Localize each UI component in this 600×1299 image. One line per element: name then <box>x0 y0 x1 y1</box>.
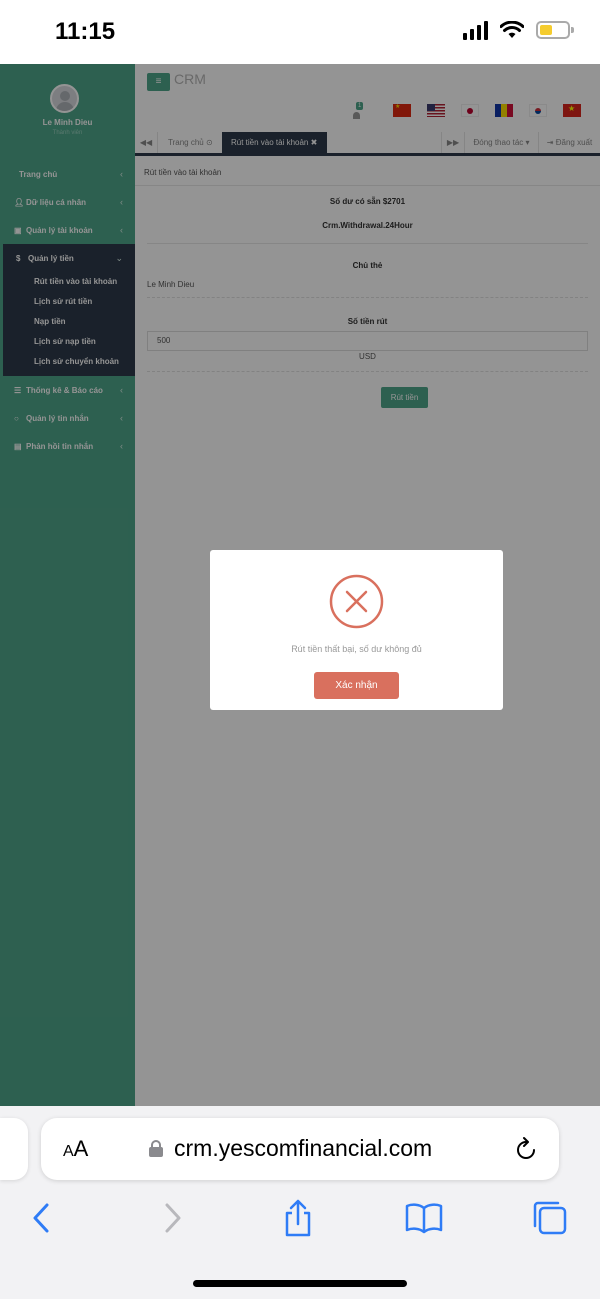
error-message: Rút tiền thất bại, số dư không đủ <box>291 644 422 654</box>
aa-small: A <box>63 1143 74 1160</box>
reload-icon[interactable] <box>512 1136 540 1164</box>
browser-toolbar <box>0 1198 600 1238</box>
back-icon[interactable] <box>22 1198 62 1238</box>
aa-big: A <box>73 1136 89 1161</box>
bookmarks-icon[interactable] <box>404 1198 444 1238</box>
tabs-icon[interactable] <box>530 1198 570 1238</box>
address-bar[interactable]: AA crm.yescomfinancial.com <box>41 1118 559 1180</box>
status-bar: 11:15 <box>0 0 600 64</box>
battery-icon <box>536 21 574 39</box>
url-text[interactable]: crm.yescomfinancial.com <box>174 1135 432 1162</box>
confirm-button[interactable]: Xác nhận <box>314 672 399 699</box>
forward-icon[interactable] <box>152 1198 192 1238</box>
share-icon[interactable] <box>278 1198 318 1238</box>
lock-icon <box>149 1140 163 1157</box>
wifi-icon <box>500 21 524 38</box>
home-indicator <box>193 1280 407 1287</box>
browser-bottom-bar: AA crm.yescomfinancial.com <box>0 1106 600 1299</box>
status-icons <box>463 20 574 40</box>
previous-tab-peek[interactable] <box>0 1118 28 1180</box>
error-dialog: Rút tiền thất bại, số dư không đủ Xác nh… <box>210 550 503 710</box>
status-time: 11:15 <box>55 18 116 45</box>
cellular-signal-icon <box>463 20 488 40</box>
reader-settings-button[interactable]: AA <box>63 1136 88 1162</box>
error-circle-icon <box>329 574 384 629</box>
